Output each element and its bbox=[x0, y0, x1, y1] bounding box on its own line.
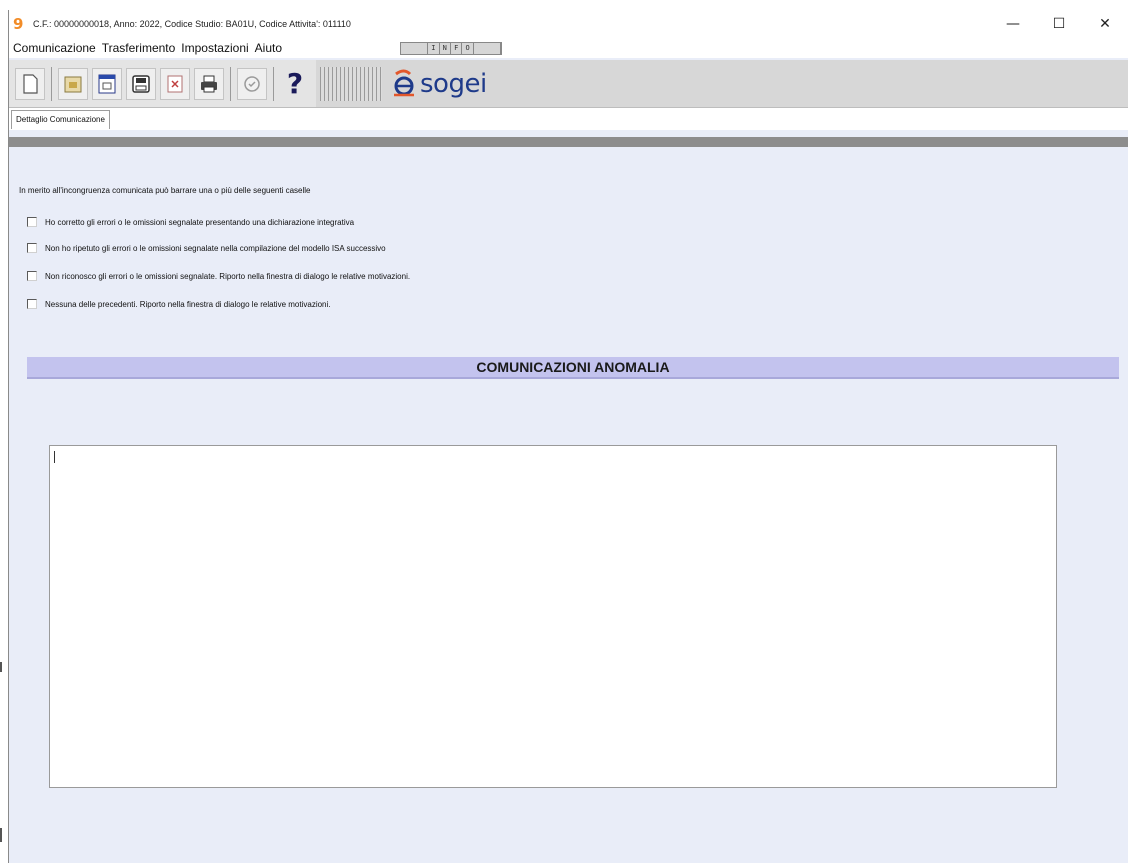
mini-toolbar-cell[interactable]: O bbox=[462, 43, 474, 54]
open-button[interactable] bbox=[58, 67, 88, 100]
menu-impostazioni[interactable]: Impostazioni bbox=[179, 41, 250, 55]
toolbar-separator bbox=[51, 66, 52, 101]
menu-aiuto[interactable]: Aiuto bbox=[253, 41, 284, 55]
option-row[interactable]: Nessuna delle precedenti. Riporto nella … bbox=[27, 299, 331, 309]
option-row[interactable]: Non riconosco gli errori o le omissioni … bbox=[27, 271, 410, 281]
text-caret bbox=[54, 451, 55, 463]
view-button[interactable] bbox=[92, 67, 122, 100]
edge-mark bbox=[0, 662, 2, 672]
menu-bar: Comunicazione Trasferimento Impostazioni… bbox=[9, 38, 1128, 58]
option-checkbox-1[interactable] bbox=[27, 217, 37, 227]
print-button[interactable] bbox=[194, 67, 224, 100]
option-label: Nessuna delle precedenti. Riporto nella … bbox=[45, 299, 331, 309]
sogei-logo-icon bbox=[394, 69, 414, 96]
toolbar-separator bbox=[273, 66, 274, 101]
print-icon bbox=[201, 75, 217, 92]
menu-trasferimento[interactable]: Trasferimento bbox=[100, 41, 178, 55]
app-window: 9 C.F.: 00000000018, Anno: 2022, Codice … bbox=[8, 10, 1128, 863]
window-title: C.F.: 00000000018, Anno: 2022, Codice St… bbox=[33, 19, 351, 29]
toolbar-separator bbox=[230, 66, 231, 101]
maximize-button[interactable]: ☐ bbox=[1036, 10, 1082, 38]
mini-toolbar-cell[interactable] bbox=[401, 43, 429, 54]
new-document-button[interactable] bbox=[15, 67, 45, 100]
check-icon bbox=[244, 75, 260, 92]
mini-toolbar-cell[interactable]: F bbox=[451, 43, 463, 54]
delete-icon bbox=[167, 75, 183, 92]
option-label: Non ho ripetuto gli errori o le omission… bbox=[45, 243, 386, 253]
close-button[interactable]: ✕ bbox=[1082, 10, 1128, 38]
sogei-logo: sogei bbox=[390, 64, 487, 104]
option-row[interactable]: Non ho ripetuto gli errori o le omission… bbox=[27, 243, 386, 253]
toolbar-button-group: ? bbox=[9, 60, 316, 107]
toolbar: ? sogei bbox=[9, 60, 1128, 107]
check-button[interactable] bbox=[237, 67, 267, 100]
mini-toolbar-cell[interactable] bbox=[474, 43, 501, 54]
mini-toolbar-cell[interactable]: N bbox=[440, 43, 451, 54]
toolbar-handle bbox=[320, 66, 382, 101]
option-row[interactable]: Ho corretto gli errori o le omissioni se… bbox=[27, 217, 354, 227]
motivazioni-textarea[interactable] bbox=[49, 445, 1057, 788]
option-checkbox-3[interactable] bbox=[27, 271, 37, 281]
save-icon bbox=[132, 74, 150, 93]
view-document-icon bbox=[98, 74, 116, 93]
mini-toolbar-cell[interactable]: I bbox=[428, 43, 440, 54]
tab-dettaglio-comunicazione[interactable]: Dettaglio Comunicazione bbox=[11, 110, 110, 129]
section-header: COMUNICAZIONI ANOMALIA bbox=[27, 357, 1119, 379]
mini-toolbar: I N F O bbox=[400, 42, 502, 55]
window-controls: — ☐ ✕ bbox=[990, 10, 1128, 38]
option-label: Ho corretto gli errori o le omissioni se… bbox=[45, 217, 355, 227]
intro-text: In merito all'incongruenza comunicata pu… bbox=[19, 186, 311, 195]
save-button[interactable] bbox=[126, 67, 156, 100]
header-divider bbox=[9, 137, 1128, 147]
tab-strip: Dettaglio Comunicazione bbox=[9, 107, 1128, 130]
option-label: Non riconosco gli errori o le omissioni … bbox=[45, 271, 411, 281]
option-checkbox-4[interactable] bbox=[27, 299, 37, 309]
new-document-icon bbox=[23, 73, 38, 94]
option-checkbox-2[interactable] bbox=[27, 243, 37, 253]
minimize-button[interactable]: — bbox=[990, 10, 1036, 38]
delete-button[interactable] bbox=[160, 67, 190, 100]
title-bar: 9 C.F.: 00000000018, Anno: 2022, Codice … bbox=[9, 10, 1128, 38]
menu-comunicazione[interactable]: Comunicazione bbox=[11, 41, 98, 55]
app-icon: 9 bbox=[13, 15, 24, 33]
help-button[interactable]: ? bbox=[278, 66, 312, 102]
open-folder-icon bbox=[64, 76, 82, 92]
edge-mark bbox=[0, 828, 2, 842]
logo-text: sogei bbox=[420, 68, 487, 99]
